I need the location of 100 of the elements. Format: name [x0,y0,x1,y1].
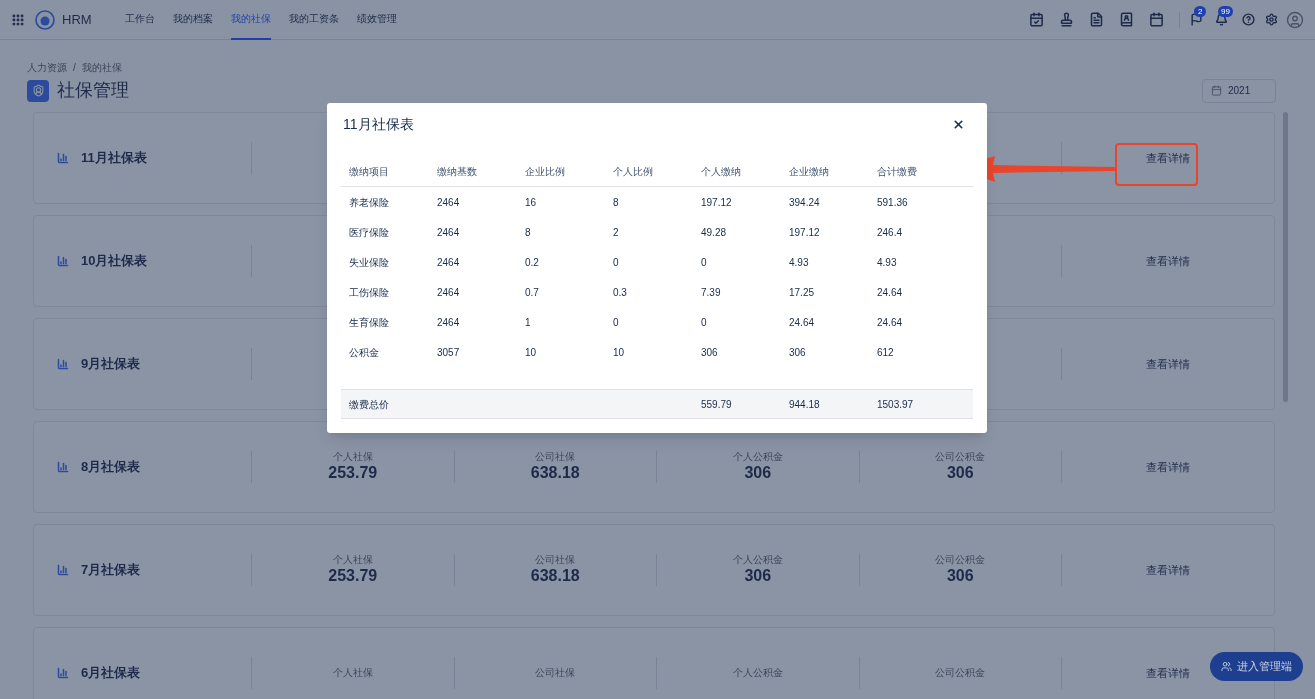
help-icon[interactable] [1242,13,1255,26]
stat-label: 个人公积金 [732,667,783,679]
table-cell-text: 591.36 [877,195,909,210]
table-cell-text: 失业保险 [349,255,390,270]
breadcrumb-current: 我的社保 [81,61,122,75]
table-cell-text: 2464 [437,225,461,240]
admin-button[interactable]: 进入管理端 [1210,652,1303,681]
modal-title: 11月社保表 [343,114,414,134]
card-title: 6月社保表 [81,664,141,683]
table-cell-text: 7.39 [701,285,722,300]
column-header: 缴纳基数 [437,165,478,179]
table-cell-text: 10 [525,345,538,360]
bar-chart-icon [57,667,69,679]
stat-label: 个人社保 [332,667,373,679]
table-cell-text: 559.79 [701,397,733,412]
table-cell-text: 0.2 [525,255,540,270]
users-icon [1221,661,1232,672]
shield-icon [27,79,49,102]
table-cell-text: 10 [613,345,626,360]
column-header: 企业缴纳 [789,165,830,179]
table-cell-text: 工伤保险 [349,285,390,300]
view-details-button[interactable]: 查看详情 [1130,244,1206,278]
nav-tab[interactable]: 我的工资条 [288,0,339,40]
stat-label: 公司公积金 [935,451,986,463]
table-cell-text: 8 [613,195,620,210]
table-cell-text: 0 [613,315,620,330]
document-icon[interactable] [1089,12,1104,27]
table-cell-text: 944.18 [789,397,821,412]
stat-value: 306 [946,463,974,483]
table-cell-text: 8 [525,225,532,240]
stat-value: 306 [744,463,772,483]
table-cell-text: 246.4 [877,225,904,240]
table-cell-text: 2464 [437,285,461,300]
flag-icon[interactable] [1190,13,1203,26]
calendar-check-icon[interactable] [1029,12,1044,27]
card-title: 8月社保表 [81,458,141,477]
card-title: 11月社保表 [81,149,147,168]
year-picker[interactable]: 2021 [1202,78,1276,103]
view-details-button[interactable]: 查看详情 [1130,347,1206,381]
table-cell-text: 394.24 [789,195,821,210]
notification-badge: 2 [1194,6,1207,17]
table-cell-text: 1503.97 [877,397,915,412]
settings-icon[interactable] [1265,13,1278,26]
table-cell-text: 0.7 [525,285,540,300]
view-details-button[interactable]: 查看详情 [1130,141,1206,175]
stat-value: 306 [744,566,772,586]
table-cell-text: 医疗保险 [349,225,390,240]
table-cell-text: 24.64 [789,315,816,330]
avatar-icon[interactable] [1286,10,1304,29]
table-cell-text: 49.28 [701,225,728,240]
table-cell-text: 197.12 [701,195,733,210]
card-title: 10月社保表 [81,252,148,271]
stat-value: 306 [946,566,974,586]
phone-book-icon[interactable] [1119,12,1134,27]
table-cell-text: 16 [525,195,538,210]
calendar-icon [1211,85,1222,96]
stat-label: 公司公积金 [935,667,986,679]
notification-badge: 99 [1218,6,1233,17]
close-icon[interactable] [952,117,965,131]
column-header: 缴纳项目 [349,165,390,179]
stat-label: 个人公积金 [732,554,783,566]
view-details-button[interactable]: 查看详情 [1130,656,1206,690]
view-details-button[interactable]: 查看详情 [1130,450,1206,484]
stat-label: 个人社保 [332,451,373,463]
stat-value: 253.79 [328,566,378,586]
stat-label: 个人社保 [332,554,373,566]
total-label: 缴费总价 [349,397,390,412]
stat-label: 公司社保 [535,554,576,566]
bar-chart-icon [57,461,69,473]
nav-tab[interactable]: 我的档案 [172,0,213,40]
table-cell-text: 0 [613,255,620,270]
breadcrumb-separator: / [73,61,76,75]
nav-tab[interactable]: 绩效管理 [356,0,397,40]
table-cell-text: 0 [701,315,708,330]
table-cell-text: 306 [789,345,807,360]
stat-label: 公司社保 [535,667,576,679]
bar-chart-icon [57,152,69,164]
bell-icon[interactable] [1215,13,1228,26]
nav-tab[interactable]: 我的社保 [230,0,271,40]
stamp-icon[interactable] [1059,12,1074,27]
stat-label: 个人公积金 [732,451,783,463]
table-cell-text: 2464 [437,255,461,270]
table-cell-text: 24.64 [877,285,904,300]
column-header: 企业比例 [525,165,566,179]
app-grid-icon[interactable] [11,12,25,27]
table-cell-text: 0 [701,255,708,270]
table-cell-text: 2464 [437,195,461,210]
view-details-button[interactable]: 查看详情 [1130,553,1206,587]
bar-chart-icon [57,564,69,576]
page-title: 社保管理 [57,79,129,102]
breadcrumb-link[interactable]: 人力资源 [27,60,67,75]
table-cell-text: 4.93 [877,255,898,270]
nav-tab[interactable]: 工作台 [124,0,155,40]
calendar-icon[interactable] [1149,12,1164,27]
logo-icon [35,9,55,30]
card-title: 7月社保表 [81,561,141,580]
table-cell-text: 3057 [437,345,461,360]
table-cell-text: 24.64 [877,315,904,330]
app-name: HRM [62,10,92,29]
table-cell-text: 2464 [437,315,461,330]
